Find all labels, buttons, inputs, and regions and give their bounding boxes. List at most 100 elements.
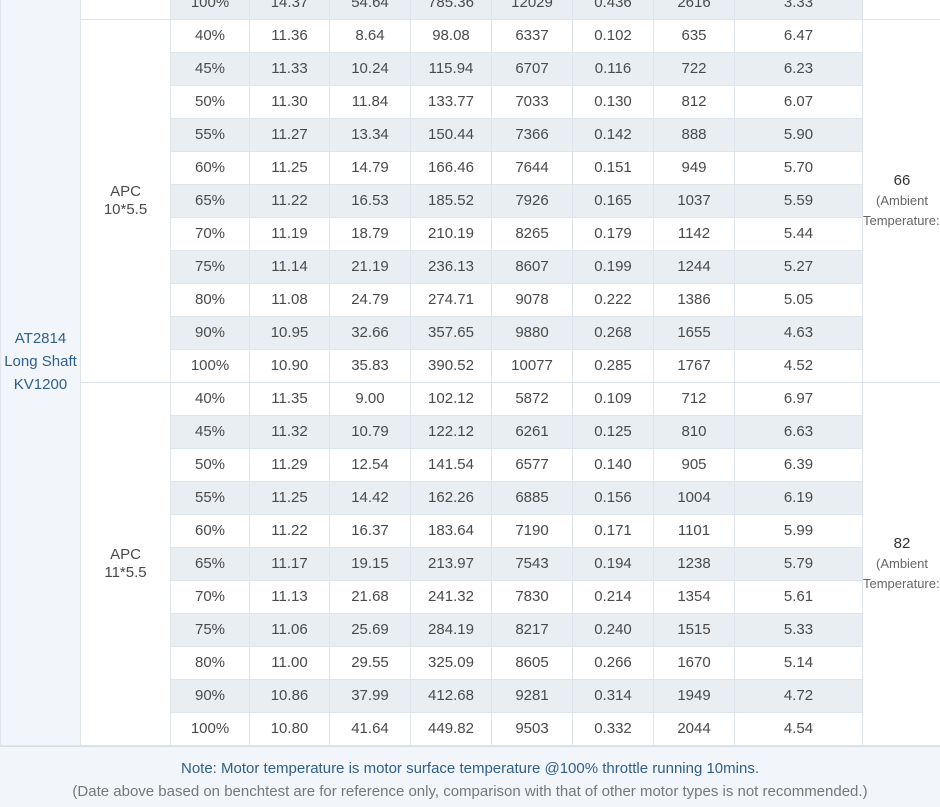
rpm-cell: 6707 — [492, 53, 573, 86]
efficiency-cell: 4.52 — [735, 350, 863, 383]
torque-cell: 0.140 — [573, 449, 654, 482]
rpm-cell: 9503 — [492, 713, 573, 746]
efficiency-cell: 5.27 — [735, 251, 863, 284]
torque-cell: 0.165 — [573, 185, 654, 218]
torque-cell: 0.268 — [573, 317, 654, 350]
voltage-cell: 10.90 — [250, 350, 330, 383]
rpm-cell: 6577 — [492, 449, 573, 482]
current-cell: 9.00 — [330, 383, 411, 416]
current-cell: 35.83 — [330, 350, 411, 383]
power-cell: 98.08 — [411, 20, 492, 53]
motor-variant: Long Shaft — [1, 350, 80, 373]
temperature-cell: 66(Ambient Temperature:/) — [863, 20, 940, 383]
power-cell: 166.46 — [411, 152, 492, 185]
power-cell: 785.36 — [411, 0, 492, 20]
power-cell: 122.12 — [411, 416, 492, 449]
current-cell: 18.79 — [330, 218, 411, 251]
rpm-cell: 12029 — [492, 0, 573, 20]
rpm-cell: 8605 — [492, 647, 573, 680]
current-cell: 10.24 — [330, 53, 411, 86]
power-cell: 412.68 — [411, 680, 492, 713]
rpm-cell: 7366 — [492, 119, 573, 152]
rpm-cell: 6337 — [492, 20, 573, 53]
power-cell: 213.97 — [411, 548, 492, 581]
thrust-cell: 1767 — [654, 350, 735, 383]
current-cell: 25.69 — [330, 614, 411, 647]
rpm-cell: 9880 — [492, 317, 573, 350]
rpm-cell: 8607 — [492, 251, 573, 284]
efficiency-cell: 5.33 — [735, 614, 863, 647]
throttle-cell: 70% — [171, 581, 250, 614]
power-cell: 185.52 — [411, 185, 492, 218]
power-cell: 102.12 — [411, 383, 492, 416]
motor-model-cell: AT2814 Long Shaft KV1200 — [1, 0, 81, 746]
throttle-cell: 45% — [171, 53, 250, 86]
throttle-cell: 75% — [171, 614, 250, 647]
current-cell: 16.53 — [330, 185, 411, 218]
current-cell: 8.64 — [330, 20, 411, 53]
current-cell: 21.68 — [330, 581, 411, 614]
footer-note-area: Note: Motor temperature is motor surface… — [0, 746, 940, 807]
thrust-cell: 712 — [654, 383, 735, 416]
voltage-cell: 11.08 — [250, 284, 330, 317]
temperature-value: 66 — [863, 171, 940, 191]
efficiency-cell: 6.19 — [735, 482, 863, 515]
throttle-cell: 80% — [171, 647, 250, 680]
rpm-cell: 6261 — [492, 416, 573, 449]
throttle-cell: 90% — [171, 680, 250, 713]
temperature-value: 82 — [863, 534, 940, 554]
power-cell: 115.94 — [411, 53, 492, 86]
efficiency-cell: 3.33 — [735, 0, 863, 20]
power-cell: 357.65 — [411, 317, 492, 350]
rpm-cell: 7830 — [492, 581, 573, 614]
voltage-cell: 11.14 — [250, 251, 330, 284]
throttle-cell: 50% — [171, 86, 250, 119]
current-cell: 32.66 — [330, 317, 411, 350]
thrust-cell: 722 — [654, 53, 735, 86]
rpm-cell: 10077 — [492, 350, 573, 383]
voltage-cell: 10.80 — [250, 713, 330, 746]
throttle-cell: 100% — [171, 0, 250, 20]
rpm-cell: 7644 — [492, 152, 573, 185]
thrust-cell: 1101 — [654, 515, 735, 548]
motor-test-data-table: AT2814 Long Shaft KV1200 100% 14.37 54.6… — [0, 0, 940, 746]
voltage-cell: 11.30 — [250, 86, 330, 119]
power-cell: 325.09 — [411, 647, 492, 680]
propeller-brand: APC — [81, 183, 170, 201]
power-cell: 236.13 — [411, 251, 492, 284]
thrust-cell: 949 — [654, 152, 735, 185]
thrust-cell: 1949 — [654, 680, 735, 713]
power-cell: 133.77 — [411, 86, 492, 119]
current-cell: 10.79 — [330, 416, 411, 449]
torque-cell: 0.109 — [573, 383, 654, 416]
throttle-cell: 75% — [171, 251, 250, 284]
current-cell: 12.54 — [330, 449, 411, 482]
voltage-cell: 11.19 — [250, 218, 330, 251]
current-cell: 14.79 — [330, 152, 411, 185]
efficiency-cell: 6.07 — [735, 86, 863, 119]
torque-cell: 0.156 — [573, 482, 654, 515]
table-row: APC11*5.540%11.359.00102.1258720.1097126… — [1, 383, 940, 416]
torque-cell: 0.240 — [573, 614, 654, 647]
efficiency-cell: 5.90 — [735, 119, 863, 152]
rpm-cell: 7926 — [492, 185, 573, 218]
voltage-cell: 11.06 — [250, 614, 330, 647]
current-cell: 24.79 — [330, 284, 411, 317]
efficiency-cell: 5.99 — [735, 515, 863, 548]
efficiency-cell: 4.72 — [735, 680, 863, 713]
throttle-cell: 65% — [171, 185, 250, 218]
motor-model-fragment: AT2814 — [1, 327, 80, 350]
propeller-cell: APC11*5.5 — [81, 383, 171, 746]
temperature-note: Note: Motor temperature is motor surface… — [0, 760, 940, 777]
current-cell: 41.64 — [330, 713, 411, 746]
temperature-cell-prev — [863, 0, 940, 20]
throttle-cell: 55% — [171, 482, 250, 515]
propeller-brand: APC — [81, 546, 170, 564]
voltage-cell: 14.37 — [250, 0, 330, 20]
throttle-cell: 70% — [171, 218, 250, 251]
torque-cell: 0.142 — [573, 119, 654, 152]
thrust-cell: 812 — [654, 86, 735, 119]
voltage-cell: 10.86 — [250, 680, 330, 713]
torque-cell: 0.214 — [573, 581, 654, 614]
throttle-cell: 90% — [171, 317, 250, 350]
